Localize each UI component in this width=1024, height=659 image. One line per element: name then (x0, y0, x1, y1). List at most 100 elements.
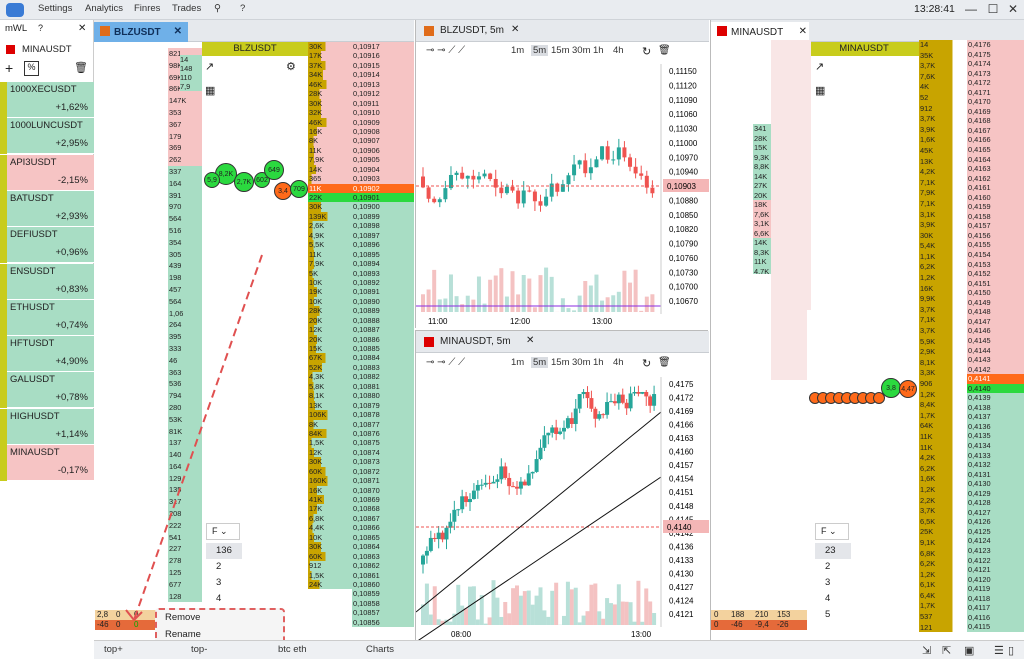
panel-icon[interactable]: ▯ (1008, 644, 1014, 657)
volume-bar (499, 268, 504, 312)
orderbook-cell: 148 (180, 64, 202, 73)
trade-bubble (873, 392, 885, 404)
timeframe-1m[interactable]: 1m (511, 45, 524, 56)
candle (503, 466, 508, 478)
drawing-tools[interactable]: ⊸ ⊸ ⟋ ⟋ (426, 45, 465, 56)
watchlist-item[interactable]: BATUSDT +2,93% (0, 190, 94, 227)
candle (616, 147, 621, 160)
volume-bar (546, 616, 551, 625)
layout-icon[interactable]: ▣ (964, 644, 974, 657)
blz-chart[interactable]: 0,11150 0,11120 0,11090 0,11060 0,11030 0,110… (416, 64, 709, 328)
refresh-icon[interactable]: ↻ (642, 45, 651, 58)
watchlist-item[interactable]: HFTUSDT +4,90% (0, 336, 94, 373)
add-icon[interactable]: + (5, 61, 13, 75)
percent-toggle-icon[interactable]: % (24, 61, 39, 76)
menu-item-remove[interactable]: Remove (157, 610, 283, 627)
list-icon[interactable]: ☰ (994, 644, 1004, 657)
list-item[interactable]: 5 (815, 607, 851, 623)
volume-bar (534, 595, 539, 625)
timeframe-1h[interactable]: 1h (593, 357, 604, 368)
timeframe-15m[interactable]: 15m (551, 357, 569, 368)
timeframe-30m[interactable]: 30m (572, 45, 590, 56)
list-item[interactable]: 23 (815, 543, 851, 559)
orderbook-cell: 7,1K (919, 315, 967, 327)
close-icon[interactable]: ✕ (78, 23, 86, 34)
grid-icon[interactable]: ▦ (815, 84, 825, 97)
candle (577, 394, 582, 409)
tab-top-plus[interactable]: top+ (104, 644, 123, 655)
list-item[interactable]: 3 (815, 575, 851, 591)
orderbook-cell: 0,4143 (967, 355, 1024, 365)
help-icon[interactable]: ? (38, 23, 43, 33)
help-icon[interactable]: ? (240, 3, 245, 14)
candle (605, 402, 610, 415)
list-item[interactable]: 4 (815, 591, 851, 607)
candle (558, 431, 563, 434)
close-icon[interactable]: ✕ (799, 26, 807, 37)
volume-bar (554, 582, 559, 625)
chart-icon[interactable]: ↗ (815, 60, 824, 73)
watchlist-item[interactable]: GALUSDT +0,78% (0, 372, 94, 409)
watchlist-item[interactable]: MINAUSDT -0,17% (0, 445, 94, 481)
watchlist-item[interactable]: HIGHUSDT +1,14% (0, 408, 94, 445)
watchlist-item[interactable]: ENSUSDT +0,83% (0, 263, 94, 300)
bidask-value: 188 (731, 610, 745, 619)
close-icon[interactable]: ✕ (511, 24, 519, 35)
export-icon[interactable]: ⇱ (942, 644, 951, 657)
last-price-label: 0,10903 (667, 182, 696, 191)
trash-icon[interactable]: 🗑 (658, 45, 671, 56)
timeframe-1h[interactable]: 1h (593, 45, 604, 56)
candle (585, 392, 590, 399)
candle (597, 414, 602, 419)
timeframe-30m[interactable]: 30m (572, 357, 590, 368)
volume-bar (628, 602, 633, 625)
watchlist-item[interactable]: 1000LUNCUSDT +2,95% (0, 118, 94, 155)
drawing-tools[interactable]: ⊸ ⊸ ⟋ ⟋ (426, 357, 465, 368)
price-tick: 0,11090 (669, 96, 698, 105)
watchlist-change: +2,93% (55, 210, 89, 222)
watchlist-item[interactable]: API3USDT -2,15% (0, 154, 94, 191)
time-tick: 08:00 (451, 630, 472, 639)
watchlist-item[interactable]: ETHUSDT +0,74% (0, 299, 94, 336)
watchlist-change: -2,15% (57, 174, 88, 186)
watchlist-item[interactable]: DEFIUSDT +0,96% (0, 227, 94, 264)
list-item[interactable]: 2 (815, 559, 851, 575)
candle (601, 414, 606, 416)
trash-icon[interactable]: 🗑 (74, 61, 88, 74)
orderbook-cell: 1,7K (919, 601, 967, 613)
candle (456, 509, 461, 511)
minimize-icon[interactable]: — (964, 2, 978, 16)
timeframe-5m[interactable]: 5m (531, 45, 549, 56)
timeframe-1m[interactable]: 1m (511, 357, 524, 368)
price-tick: 0,4133 (669, 556, 694, 565)
maximize-icon[interactable]: ☐ (986, 2, 1000, 16)
volume-bar (504, 296, 509, 312)
orderbook-cell: 0,4134 (967, 440, 1024, 451)
watchlist-item[interactable]: 1000XECUSDT +1,62% (0, 82, 94, 118)
tab-minausdt[interactable]: MINAUSDT ✕ (711, 22, 809, 42)
refresh-icon[interactable]: ↻ (642, 357, 651, 370)
close-icon[interactable]: ✕ (1006, 2, 1020, 16)
trash-icon[interactable]: 🗑 (658, 357, 671, 368)
close-icon[interactable]: ✕ (526, 335, 534, 346)
pin-icon[interactable]: ⚲ (214, 3, 221, 14)
orderbook-cell: 0,4116 (967, 612, 1024, 623)
tab-charts[interactable]: Charts (366, 644, 394, 655)
filter-select[interactable]: F ⌄ (815, 523, 849, 540)
menu-trades[interactable]: Trades (172, 3, 201, 14)
timeframe-5m[interactable]: 5m (531, 357, 549, 368)
volume-bar (443, 298, 448, 312)
tab-top-minus[interactable]: top- (191, 644, 207, 655)
timeframe-15m[interactable]: 15m (551, 45, 569, 56)
mina-chart[interactable]: 0,4175 0,4172 0,4169 0,4166 0,4163 0,4160 0,41… (416, 377, 709, 641)
orderbook-cell: 0,4174 (967, 59, 1024, 69)
timeframe-4h[interactable]: 4h (613, 357, 624, 368)
timeframe-4h[interactable]: 4h (613, 45, 624, 56)
tab-btc-eth[interactable]: btc eth (278, 644, 307, 655)
import-icon[interactable]: ⇲ (922, 644, 931, 657)
menu-finres[interactable]: Finres (134, 3, 160, 14)
menu-settings[interactable]: Settings (38, 3, 72, 14)
orderbook-cell: 4,2K (919, 167, 967, 178)
menu-analytics[interactable]: Analytics (85, 3, 123, 14)
watchlist-change: +0,78% (55, 392, 89, 404)
